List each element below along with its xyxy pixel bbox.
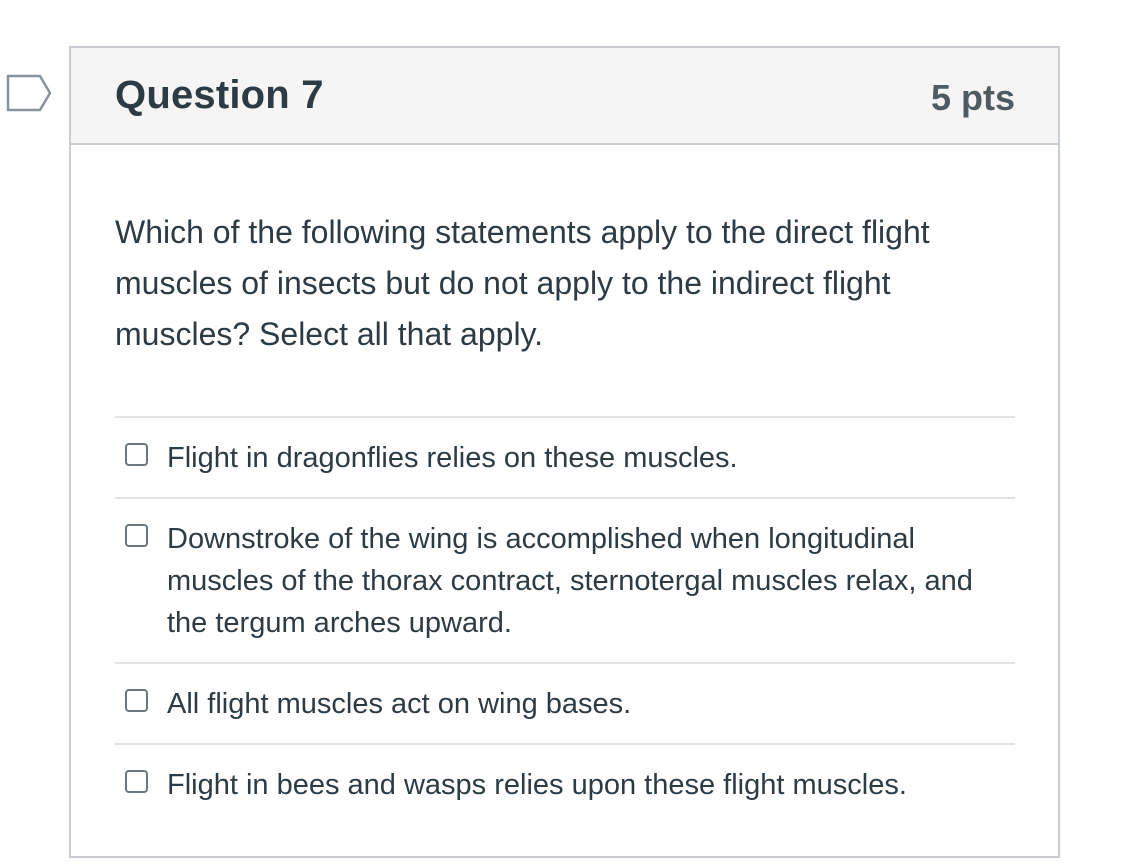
answer-checkbox[interactable] xyxy=(125,443,148,466)
question-title: Question 7 xyxy=(115,73,324,117)
answer-checkbox[interactable] xyxy=(125,770,148,793)
answer-checkbox[interactable] xyxy=(125,524,148,547)
answer-label[interactable]: Flight in bees and wasps relies upon the… xyxy=(167,764,1007,806)
question-points: 5 pts xyxy=(930,76,1015,118)
question-body: Which of the following statements apply … xyxy=(71,207,1058,824)
answer-label[interactable]: Flight in dragonflies relies on these mu… xyxy=(167,437,1007,479)
answer-list: Flight in dragonflies relies on these mu… xyxy=(115,416,1015,824)
answer-label[interactable]: All flight muscles act on wing bases. xyxy=(167,683,1007,725)
flag-question-icon[interactable] xyxy=(6,74,52,112)
quiz-page: Question 7 5 pts Which of the following … xyxy=(0,0,1121,864)
answer-checkbox[interactable] xyxy=(125,689,148,712)
question-text: Which of the following statements apply … xyxy=(115,214,930,352)
answer-option[interactable]: Flight in dragonflies relies on these mu… xyxy=(115,418,1015,499)
question-card: Question 7 5 pts Which of the following … xyxy=(69,46,1060,858)
answer-option[interactable]: Flight in bees and wasps relies upon the… xyxy=(115,745,1015,824)
answer-label[interactable]: Downstroke of the wing is accomplished w… xyxy=(167,518,1007,644)
question-header: Question 7 5 pts xyxy=(71,48,1058,145)
answer-option[interactable]: All flight muscles act on wing bases. xyxy=(115,664,1015,745)
answer-option[interactable]: Downstroke of the wing is accomplished w… xyxy=(115,499,1015,664)
